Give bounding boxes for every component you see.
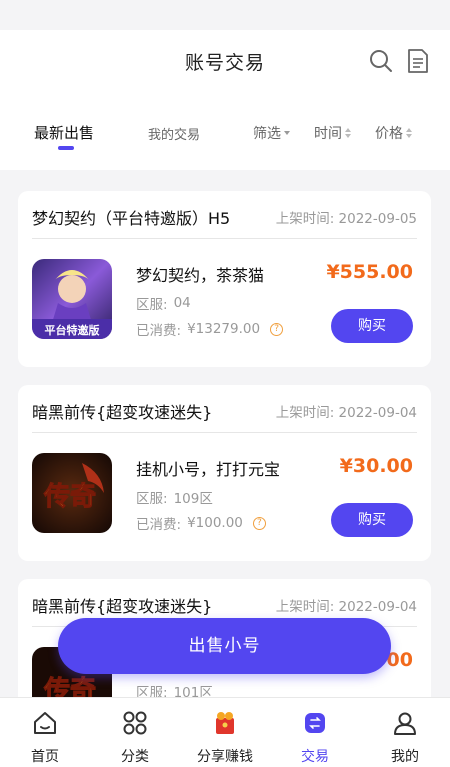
tab-latest[interactable]: 最新出售 <box>34 122 94 143</box>
listed-time: 上架时间: 2022-09-04 <box>275 599 417 615</box>
listing-card[interactable]: 暗黑前传{超变攻速迷失} 上架时间: 2022-09-04 传奇 挂机小号，打打… <box>18 385 431 561</box>
game-name: 暗黑前传{超变攻速迷失} <box>32 403 213 422</box>
red-envelope-icon <box>216 712 234 734</box>
sell-account-button[interactable]: 出售小号 <box>58 618 391 674</box>
thumb-label: 传奇 <box>43 482 96 512</box>
spent-value: ¥13279.00 <box>187 321 261 337</box>
nav-category[interactable]: 分类 <box>90 698 180 767</box>
help-icon[interactable]: ? <box>270 322 284 336</box>
nav-label: 分类 <box>121 749 149 765</box>
spent-label: 已消费: <box>136 517 182 533</box>
buy-button[interactable]: 购买 <box>331 309 413 343</box>
sort-icon <box>345 128 351 138</box>
game-thumbnail: 传奇 <box>32 453 112 533</box>
user-icon <box>394 712 416 735</box>
card-header: 暗黑前传{超变攻速迷失} 上架时间: 2022-09-04 <box>32 399 417 433</box>
home-icon <box>34 712 56 734</box>
tab-bar: 最新出售 我的交易 筛选 时间 价格 <box>0 118 450 158</box>
server-value: 109区 <box>173 491 213 507</box>
spent-row: 已消费: ¥13279.00 ? <box>136 319 284 339</box>
server-label: 区服: <box>136 297 168 313</box>
bottom-nav: 首页 分类 分享赚钱 交易 我的 <box>0 697 450 767</box>
document-icon[interactable] <box>406 48 430 74</box>
nav-home[interactable]: 首页 <box>0 698 90 767</box>
grid-icon <box>123 711 147 735</box>
spent-value: ¥100.00 <box>187 515 243 531</box>
caret-down-icon <box>284 131 290 135</box>
nav-label: 交易 <box>301 749 329 765</box>
price: 00 <box>386 649 413 671</box>
filter-button[interactable]: 筛选 <box>253 123 290 143</box>
active-tab-indicator <box>58 146 74 150</box>
sort-price-label: 价格 <box>375 126 403 142</box>
nav-label: 我的 <box>391 749 419 765</box>
exchange-icon <box>305 713 325 733</box>
server-row: 区服: 04 <box>136 293 191 313</box>
listed-time: 上架时间: 2022-09-04 <box>275 405 417 421</box>
nav-label: 分享赚钱 <box>197 749 253 765</box>
tab-my-trades[interactable]: 我的交易 <box>148 124 200 143</box>
server-value: 04 <box>173 295 191 311</box>
nav-share[interactable]: 分享赚钱 <box>180 698 270 767</box>
status-bar <box>0 0 450 30</box>
price: ¥555.00 <box>326 261 413 283</box>
spent-label: 已消费: <box>136 323 182 339</box>
sort-price-button[interactable]: 价格 <box>375 123 412 143</box>
help-icon[interactable]: ? <box>252 516 266 530</box>
sort-time-label: 时间 <box>314 126 342 142</box>
top-bar: 账号交易 最新出售 我的交易 筛选 时间 价格 <box>0 0 450 170</box>
filter-label: 筛选 <box>253 126 281 142</box>
nav-label: 首页 <box>31 749 59 765</box>
game-name: 暗黑前传{超变攻速迷失} <box>32 597 213 616</box>
card-header: 梦幻契约（平台特邀版）H5 上架时间: 2022-09-05 <box>32 205 417 239</box>
item-title: 挂机小号，打打元宝 <box>136 460 281 479</box>
listed-time: 上架时间: 2022-09-05 <box>275 211 417 227</box>
buy-button[interactable]: 购买 <box>331 503 413 537</box>
sort-time-button[interactable]: 时间 <box>314 123 351 143</box>
item-title: 梦幻契约，茶茶猫 <box>136 266 265 285</box>
sort-icon <box>406 128 412 138</box>
game-thumbnail: 平台特邀版 <box>32 259 112 339</box>
price: ¥30.00 <box>339 455 413 477</box>
thumb-label: 平台特邀版 <box>45 323 100 337</box>
server-row: 区服: 109区 <box>136 487 213 507</box>
game-name: 梦幻契约（平台特邀版）H5 <box>32 209 231 228</box>
search-icon[interactable] <box>368 48 394 74</box>
listing-card[interactable]: 梦幻契约（平台特邀版）H5 上架时间: 2022-09-05 平台特邀版 梦幻契… <box>18 191 431 367</box>
server-label: 区服: <box>136 491 168 507</box>
nav-mine[interactable]: 我的 <box>360 698 450 767</box>
spent-row: 已消费: ¥100.00 ? <box>136 513 266 533</box>
nav-trade[interactable]: 交易 <box>270 698 360 767</box>
